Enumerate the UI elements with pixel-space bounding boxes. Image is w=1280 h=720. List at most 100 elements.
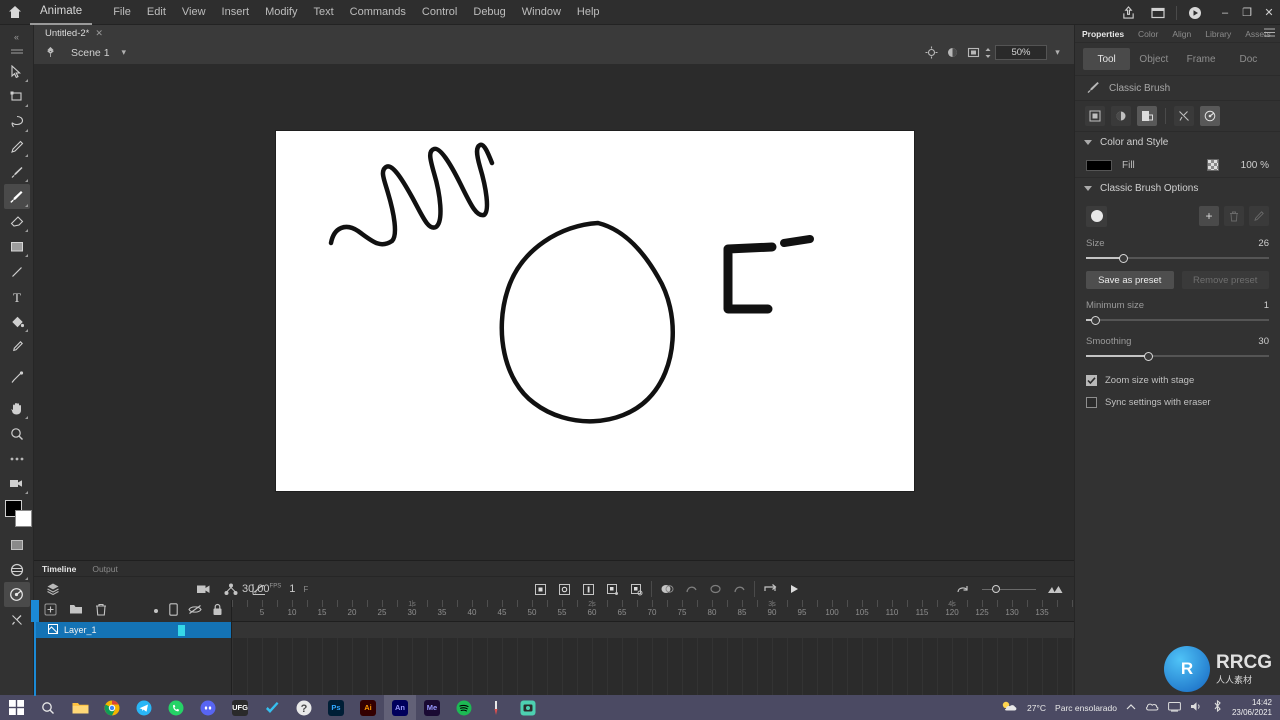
scene-name-label[interactable]: Scene 1 bbox=[71, 47, 110, 59]
create-shape-tween-icon[interactable] bbox=[625, 577, 647, 601]
camera-app-icon[interactable] bbox=[512, 695, 544, 720]
rotate-icon[interactable] bbox=[942, 41, 963, 65]
modify-markers-icon[interactable] bbox=[728, 577, 750, 601]
slider-knob[interactable] bbox=[1118, 253, 1128, 263]
spotify-icon[interactable] bbox=[448, 695, 480, 720]
smooth-icon[interactable] bbox=[1200, 106, 1220, 126]
classic-brush-options-header[interactable]: Classic Brush Options bbox=[1075, 177, 1280, 199]
toolbar-collapse-icon[interactable]: « bbox=[0, 29, 34, 45]
fps-value[interactable]: 30,00FPS bbox=[242, 583, 281, 595]
discord-icon[interactable] bbox=[192, 695, 224, 720]
clock[interactable]: 14:42 23/06/2021 bbox=[1232, 698, 1272, 718]
save-as-preset-button[interactable]: Save as preset bbox=[1086, 271, 1174, 289]
more-tools-icon[interactable] bbox=[4, 446, 30, 471]
camera-icon[interactable] bbox=[192, 577, 214, 601]
epic-games-icon[interactable]: UFG bbox=[224, 695, 256, 720]
insert-keyframe-icon[interactable] bbox=[529, 577, 551, 601]
toolbar-drag-handle[interactable] bbox=[4, 45, 30, 59]
create-motion-tween-icon[interactable] bbox=[601, 577, 623, 601]
selection-tool[interactable] bbox=[4, 59, 30, 84]
menu-view[interactable]: View bbox=[175, 3, 213, 21]
search-button[interactable] bbox=[32, 695, 64, 720]
timeline-playhead[interactable] bbox=[31, 600, 39, 696]
segment-tool[interactable]: Tool bbox=[1083, 48, 1131, 70]
asset-warp-tool[interactable] bbox=[3, 582, 30, 607]
transparency-icon[interactable] bbox=[1207, 159, 1219, 171]
alpha-value[interactable]: 100 % bbox=[1227, 160, 1269, 171]
lock-fill-icon[interactable] bbox=[1137, 106, 1157, 126]
maximize-button[interactable]: ❐ bbox=[1236, 0, 1258, 25]
smoothing-value[interactable]: 30 bbox=[1258, 336, 1269, 347]
stage-area[interactable] bbox=[34, 65, 1074, 560]
color-and-style-header[interactable]: Color and Style bbox=[1075, 131, 1280, 153]
sync-eraser-checkbox[interactable] bbox=[1086, 396, 1097, 408]
onion-outline-icon[interactable] bbox=[680, 577, 702, 601]
volume-icon[interactable] bbox=[1190, 701, 1203, 715]
layer-row[interactable]: Layer_1 bbox=[34, 622, 231, 638]
new-folder-icon[interactable] bbox=[69, 603, 83, 619]
frame-view-icon[interactable] bbox=[1044, 577, 1066, 601]
insert-frame-icon[interactable] bbox=[577, 577, 599, 601]
insert-blank-keyframe-icon[interactable] bbox=[553, 577, 575, 601]
eraser-tool[interactable] bbox=[4, 209, 30, 234]
onion-skin-icon[interactable] bbox=[656, 577, 678, 601]
loop-icon[interactable] bbox=[759, 577, 781, 601]
zoom-chevron-down-icon[interactable]: ▾ bbox=[1047, 41, 1068, 65]
segment-object[interactable]: Object bbox=[1130, 48, 1177, 70]
width-tool[interactable] bbox=[4, 365, 30, 390]
scene-icon[interactable] bbox=[44, 46, 57, 59]
pen-tool[interactable] bbox=[4, 134, 30, 159]
classic-brush-tool[interactable] bbox=[3, 184, 30, 209]
menu-insert[interactable]: Insert bbox=[215, 3, 257, 21]
draw-as-object-icon[interactable] bbox=[1085, 106, 1105, 126]
onedrive-icon[interactable] bbox=[1145, 701, 1159, 715]
menu-control[interactable]: Control bbox=[415, 3, 464, 21]
rectangle-tool[interactable] bbox=[4, 234, 30, 259]
help-app-icon[interactable]: ? bbox=[288, 695, 320, 720]
tab-library[interactable]: Library bbox=[1198, 25, 1238, 43]
stroke-color-swatch[interactable] bbox=[14, 510, 32, 527]
center-stage-icon[interactable] bbox=[921, 41, 942, 65]
size-value[interactable]: 26 bbox=[1258, 238, 1269, 249]
eye-icon[interactable] bbox=[188, 604, 202, 618]
play-icon[interactable] bbox=[783, 577, 805, 601]
menu-debug[interactable]: Debug bbox=[466, 3, 512, 21]
animate-icon[interactable]: An bbox=[384, 695, 416, 720]
menu-modify[interactable]: Modify bbox=[258, 3, 304, 21]
todo-app-icon[interactable] bbox=[256, 695, 288, 720]
zoom-input[interactable]: 50% bbox=[995, 45, 1047, 60]
segment-doc[interactable]: Doc bbox=[1225, 48, 1272, 70]
line-tool[interactable] bbox=[4, 259, 30, 284]
share-icon[interactable] bbox=[1113, 0, 1143, 25]
segment-frame[interactable]: Frame bbox=[1178, 48, 1225, 70]
slider-knob[interactable] bbox=[992, 585, 1000, 593]
stage-canvas[interactable] bbox=[276, 131, 914, 491]
chevron-up-icon[interactable] bbox=[1126, 702, 1136, 714]
app-brand-tab[interactable]: Animate bbox=[30, 0, 93, 25]
clip-content-icon[interactable] bbox=[963, 41, 984, 65]
weather-icon[interactable] bbox=[1001, 700, 1018, 716]
layer-depth-tool[interactable] bbox=[4, 557, 30, 582]
resize-timeline-icon[interactable] bbox=[952, 577, 974, 601]
menu-edit[interactable]: Edit bbox=[140, 3, 173, 21]
slider-knob[interactable] bbox=[1091, 315, 1101, 325]
tab-timeline[interactable]: Timeline bbox=[34, 564, 84, 574]
tab-properties[interactable]: Properties bbox=[1075, 25, 1131, 43]
home-icon[interactable] bbox=[0, 5, 30, 19]
stage-color-tool[interactable] bbox=[4, 532, 30, 557]
eyedropper-tool[interactable] bbox=[4, 334, 30, 359]
layer-depth-icon[interactable] bbox=[220, 577, 242, 601]
network-icon[interactable] bbox=[1168, 701, 1181, 715]
hand-tool[interactable] bbox=[4, 396, 30, 421]
panel-menu-icon[interactable] bbox=[1264, 27, 1275, 40]
media-encoder-icon[interactable]: Me bbox=[416, 695, 448, 720]
layer-frame-row[interactable] bbox=[232, 622, 1074, 638]
minimize-button[interactable]: – bbox=[1214, 0, 1236, 25]
menu-commands[interactable]: Commands bbox=[343, 3, 413, 21]
paint-app-icon[interactable] bbox=[480, 695, 512, 720]
paint-mode-icon[interactable] bbox=[1111, 106, 1131, 126]
timeline-ruler[interactable]: 5 10 15 20 25 30 35 40 45 50 55 60 65 70 75 80 85 90 95 100… bbox=[232, 600, 1074, 622]
chrome-icon[interactable] bbox=[96, 695, 128, 720]
add-layer-icon[interactable] bbox=[44, 603, 57, 619]
tab-align[interactable]: Align bbox=[1165, 25, 1198, 43]
